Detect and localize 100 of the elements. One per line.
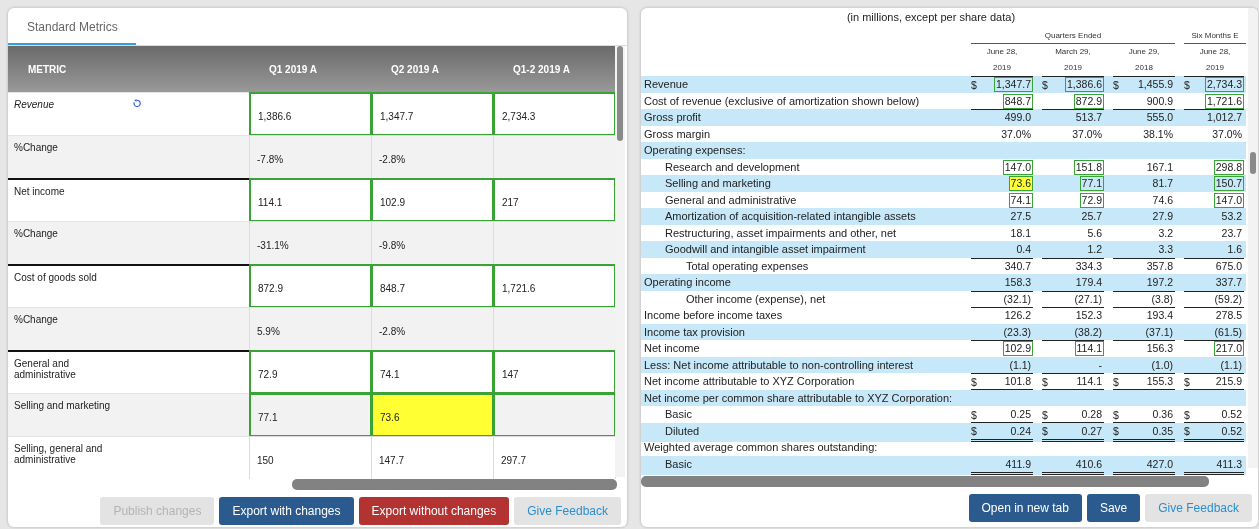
statement-value: (27.1) bbox=[1073, 291, 1103, 307]
statement-value: (1.1) bbox=[1219, 357, 1243, 373]
statement-value: 114.1 bbox=[1075, 374, 1103, 389]
statement-value: 0.25 bbox=[1009, 407, 1032, 422]
value-cell[interactable]: 1,347.7 bbox=[371, 92, 494, 136]
statement-value: 1,386.6 bbox=[1064, 77, 1104, 93]
row-label: Amortization of acquisition-related intangible assets bbox=[641, 208, 962, 225]
scrollbar[interactable] bbox=[1248, 8, 1258, 468]
currency-sign: $ bbox=[971, 408, 977, 421]
value-cell[interactable]: 1,721.6 bbox=[493, 264, 616, 308]
value-cell[interactable]: -2.8% bbox=[371, 307, 494, 351]
currency-sign: $ bbox=[1042, 408, 1048, 421]
value-cell[interactable]: 297.7 bbox=[493, 436, 616, 479]
statement-value: 147.0 bbox=[1213, 192, 1244, 208]
row-label: Operating expenses: bbox=[641, 142, 962, 159]
scrollbar-thumb[interactable] bbox=[292, 479, 617, 490]
value-cell[interactable]: 73.6 bbox=[371, 393, 494, 437]
currency-sign: $ bbox=[971, 425, 977, 437]
statement-value: 155.3 bbox=[1145, 374, 1174, 389]
value-cell[interactable]: 102.9 bbox=[371, 178, 494, 222]
action-button[interactable]: Save bbox=[1086, 494, 1141, 522]
group-heading: Quarters Ended bbox=[971, 27, 1175, 44]
statement-value: (3.8) bbox=[1150, 291, 1174, 307]
statement-value: 126.2 bbox=[1003, 308, 1032, 324]
currency-sign: $ bbox=[1042, 425, 1048, 437]
scrollbar[interactable] bbox=[615, 46, 625, 477]
statement-value: 18.1 bbox=[1009, 225, 1032, 241]
statement-value: (1.1) bbox=[1008, 357, 1032, 373]
export-button[interactable]: Export without changes bbox=[358, 497, 510, 525]
statement-value: 1.6 bbox=[1226, 242, 1243, 258]
statement-value: 278.5 bbox=[1214, 308, 1243, 324]
metric-label: Cost of goods sold bbox=[14, 272, 98, 283]
value-cell[interactable]: 848.7 bbox=[371, 264, 494, 308]
currency-sign: $ bbox=[1184, 425, 1190, 437]
row-label: Diluted bbox=[641, 422, 962, 442]
statement-value: 0.27 bbox=[1080, 423, 1103, 439]
row-label: Basic bbox=[641, 455, 962, 475]
currency-sign: $ bbox=[1184, 375, 1190, 388]
statement-value: 0.52 bbox=[1220, 423, 1243, 439]
value-cell[interactable] bbox=[493, 393, 616, 437]
statement-value: (32.1) bbox=[1002, 291, 1032, 307]
statement-value: 337.7 bbox=[1214, 275, 1243, 291]
statement-value: 675.0 bbox=[1214, 258, 1243, 274]
statement-value: 0.36 bbox=[1151, 407, 1174, 422]
statement-value: 215.9 bbox=[1214, 374, 1243, 389]
row-label: Net income per common share attributable to XYZ Corporation: bbox=[641, 389, 962, 406]
statement-value: 72.9 bbox=[1079, 192, 1104, 208]
row-label: Revenue bbox=[641, 76, 962, 93]
statement-value: 151.8 bbox=[1073, 159, 1104, 175]
scrollbar-thumb[interactable] bbox=[641, 476, 1209, 487]
value-cell[interactable]: 5.9% bbox=[249, 307, 372, 351]
undo-icon[interactable] bbox=[132, 99, 141, 108]
statement-value: (37.1) bbox=[1144, 324, 1174, 340]
row-label: Restructuring, asset impairments and other, net bbox=[664, 225, 898, 241]
value-cell[interactable]: 74.1 bbox=[371, 350, 494, 394]
metric-label: Net income bbox=[14, 186, 66, 197]
value-cell[interactable]: 1,386.6 bbox=[249, 92, 372, 136]
statement-value: 0.28 bbox=[1080, 407, 1103, 422]
row-label: Gross margin bbox=[643, 126, 712, 142]
action-button[interactable]: Open in new tab bbox=[968, 494, 1082, 522]
statement-value: 410.6 bbox=[1074, 456, 1103, 472]
metric-label: %Change bbox=[14, 142, 59, 153]
value-cell[interactable]: -7.8% bbox=[249, 135, 372, 179]
row-label: Basic bbox=[664, 407, 693, 422]
column-header: 2019 bbox=[1063, 62, 1083, 74]
value-cell[interactable]: 150 bbox=[249, 436, 372, 479]
value-cell[interactable]: 2,734.3 bbox=[493, 92, 616, 136]
action-button[interactable]: Export with changes bbox=[219, 497, 354, 525]
statement-value: 193.4 bbox=[1145, 308, 1174, 324]
value-cell[interactable]: 872.9 bbox=[249, 264, 372, 308]
currency-sign: $ bbox=[971, 78, 977, 91]
value-cell[interactable]: -9.8% bbox=[371, 221, 494, 265]
value-cell[interactable]: -2.8% bbox=[371, 135, 494, 179]
statement-value: 5.6 bbox=[1086, 225, 1103, 241]
row-label: Less: Net income attributable to non-controlling interest bbox=[641, 356, 962, 373]
statement-value: 74.6 bbox=[1151, 192, 1174, 208]
currency-sign: $ bbox=[1113, 78, 1119, 91]
metric-label: %Change bbox=[14, 228, 59, 239]
statement-value: (1.0) bbox=[1150, 357, 1174, 373]
column-header: 2019 bbox=[992, 62, 1012, 74]
row-label: Research and development bbox=[664, 159, 801, 175]
statement-value: 2,734.3 bbox=[1204, 77, 1244, 93]
statement-value: 27.9 bbox=[1151, 209, 1174, 225]
value-cell[interactable]: 147 bbox=[493, 350, 616, 394]
value-cell[interactable]: 217 bbox=[493, 178, 616, 222]
value-cell[interactable]: 72.9 bbox=[249, 350, 372, 394]
statement-value: 156.3 bbox=[1145, 341, 1174, 357]
currency-sign: $ bbox=[1113, 375, 1119, 388]
currency-sign: $ bbox=[1184, 78, 1190, 91]
statement-value: (38.2) bbox=[1073, 324, 1103, 340]
value-cell[interactable]: 114.1 bbox=[249, 178, 372, 222]
column-header: 2018 bbox=[1134, 62, 1154, 74]
statement-value: 53.2 bbox=[1220, 209, 1243, 225]
value-cell[interactable]: -31.1% bbox=[249, 221, 372, 265]
currency-sign: $ bbox=[1042, 375, 1048, 388]
row-label: Weighted average common shares outstanding: bbox=[643, 440, 879, 455]
value-cell[interactable]: 77.1 bbox=[249, 393, 372, 437]
row-label: Total operating expenses bbox=[685, 258, 810, 274]
statement-value: 427.0 bbox=[1145, 456, 1174, 472]
statement-value: 38.1% bbox=[1142, 126, 1174, 142]
